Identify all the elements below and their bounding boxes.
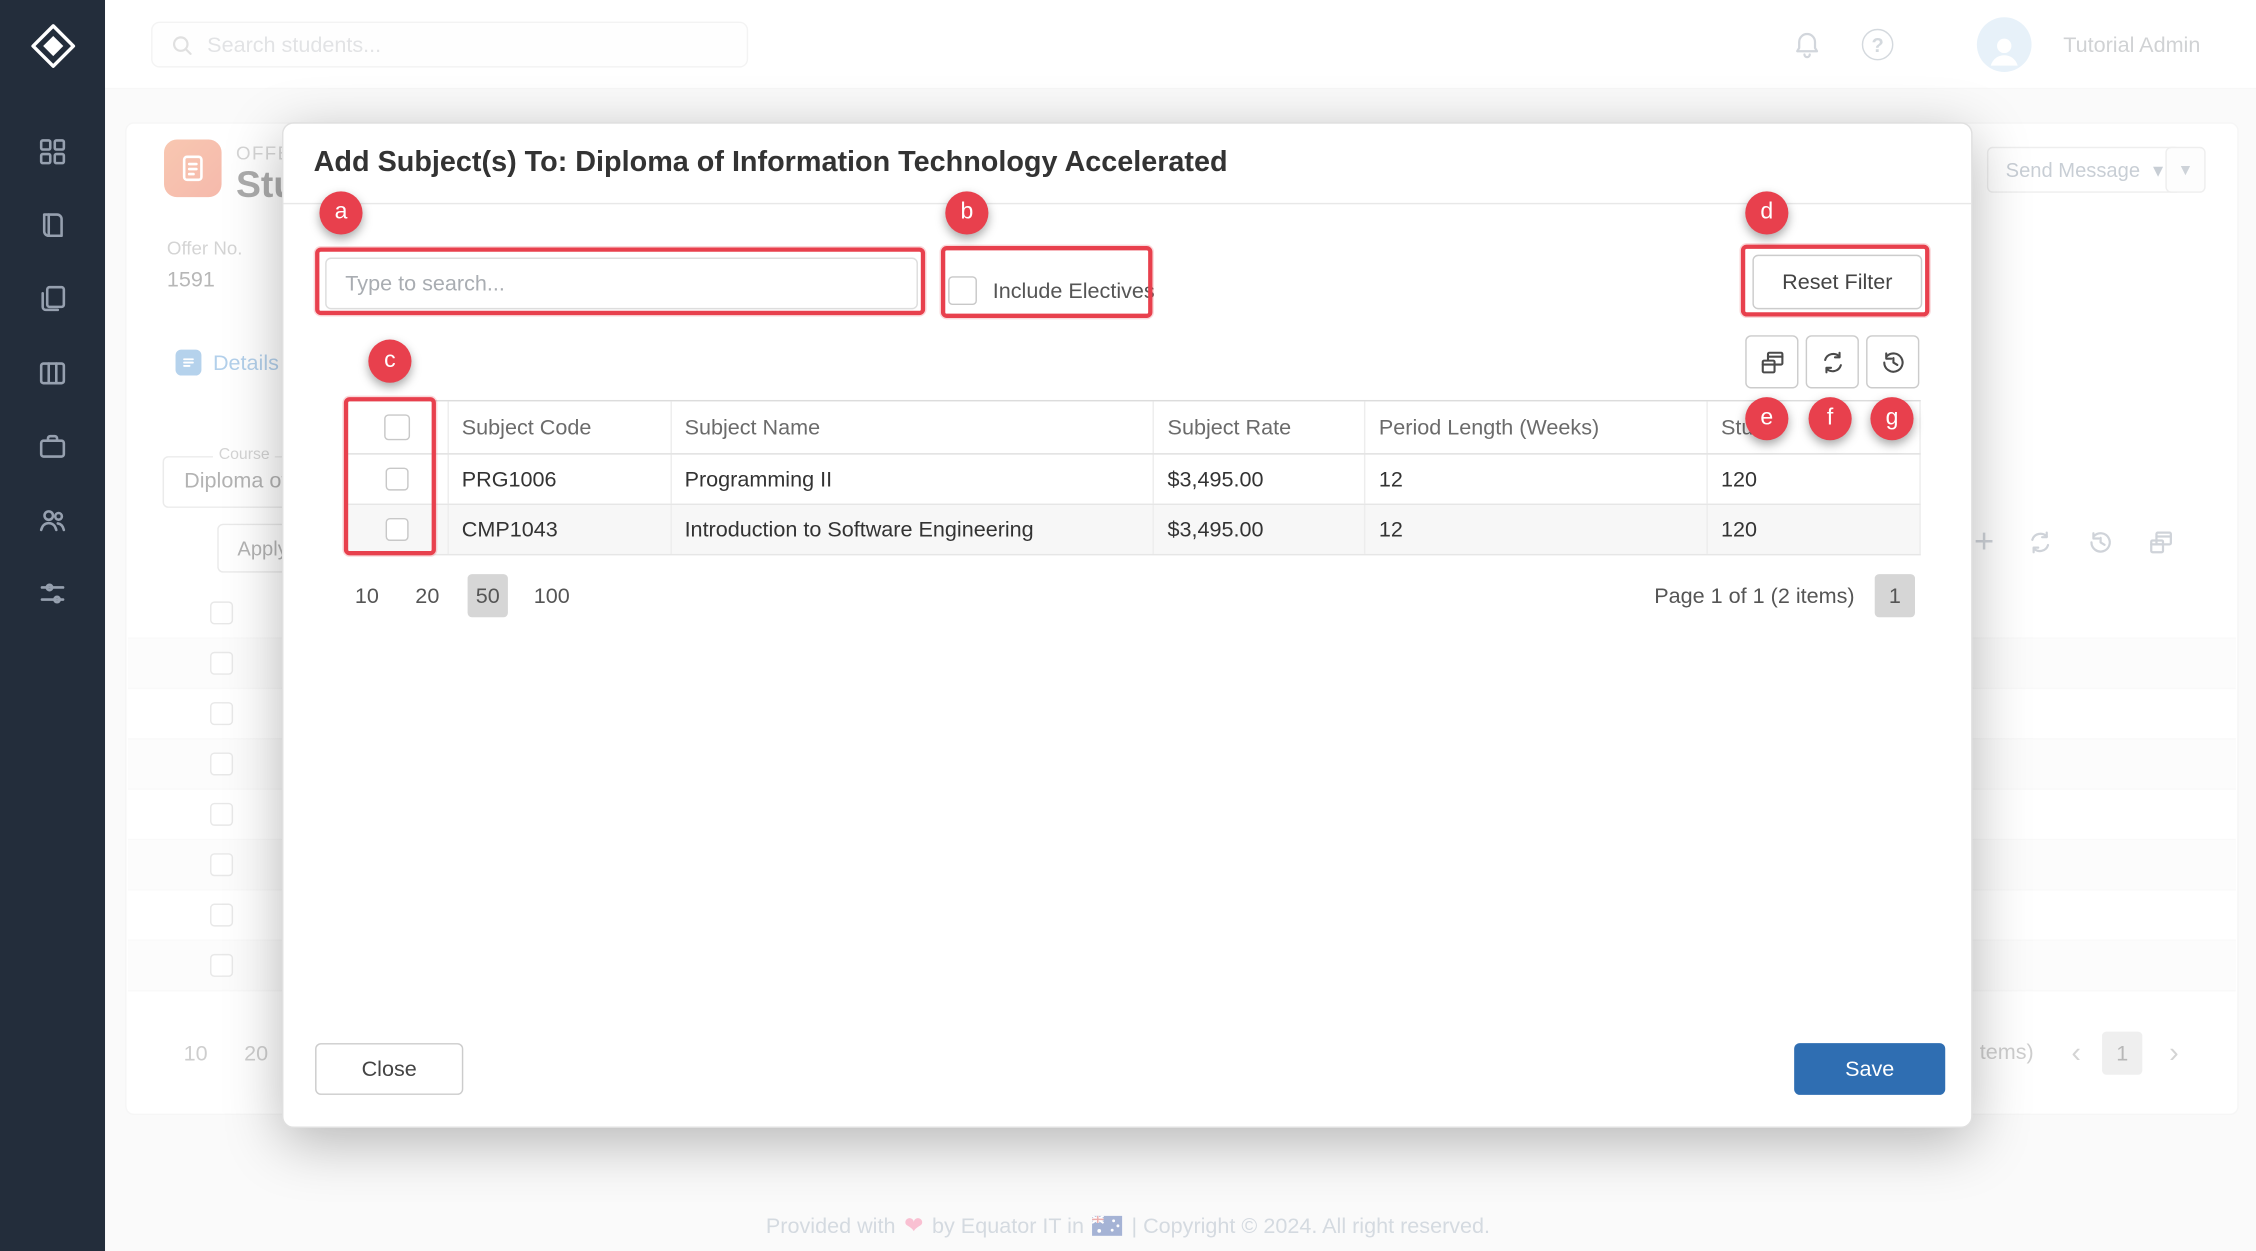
users-icon — [37, 504, 67, 534]
files-icon — [37, 283, 67, 313]
grid-toolbar — [1745, 335, 1919, 388]
column-header[interactable]: Subject Code — [449, 401, 672, 453]
reset-filter-button[interactable]: Reset Filter — [1752, 255, 1922, 310]
page-size-option[interactable]: 100 — [528, 574, 576, 617]
pagination: Page 1 of 1 (2 items) 1 — [1654, 574, 1915, 617]
include-electives-label: Include Electives — [993, 278, 1155, 302]
sliders-icon — [37, 578, 67, 608]
sidebar-item-users[interactable] — [0, 488, 105, 551]
sidebar — [0, 0, 105, 1251]
modal-title: Add Subject(s) To: Diploma of Informatio… — [314, 147, 1228, 180]
column-header[interactable]: Stu — [1708, 401, 1921, 453]
sidebar-item-jobs[interactable] — [0, 414, 105, 477]
page-size-selector: 10 20 50 100 — [347, 574, 576, 617]
save-button[interactable]: Save — [1794, 1043, 1945, 1095]
revert-button[interactable] — [1866, 335, 1919, 388]
app-logo[interactable] — [0, 17, 105, 75]
sidebar-item-courses[interactable] — [0, 341, 105, 404]
subject-code-cell: CMP1043 — [449, 505, 672, 554]
column-chooser-button[interactable] — [1745, 335, 1798, 388]
book-icon — [37, 209, 67, 239]
subject-search-input[interactable] — [325, 258, 918, 310]
briefcase-icon — [37, 431, 67, 461]
dashboard-icon — [37, 136, 67, 166]
table-row[interactable]: PRG1006 Programming II $3,495.00 12 120 — [347, 455, 1921, 505]
page-info: Page 1 of 1 (2 items) — [1654, 583, 1854, 607]
study-hours-cell: 120 — [1708, 505, 1921, 554]
column-header[interactable]: Period Length (Weeks) — [1366, 401, 1708, 453]
column-header[interactable]: Subject Name — [672, 401, 1155, 453]
table-header-row: Subject Code Subject Name Subject Rate P… — [347, 400, 1921, 455]
subject-name-cell: Programming II — [672, 455, 1155, 504]
period-length-cell: 12 — [1366, 455, 1708, 504]
logo-icon — [28, 22, 77, 71]
refresh-button[interactable] — [1806, 335, 1859, 388]
subject-name-cell: Introduction to Software Engineering — [672, 505, 1155, 554]
header-checkbox-cell — [348, 401, 449, 453]
include-electives-checkbox[interactable] — [948, 276, 977, 305]
divider — [283, 203, 1971, 204]
sidebar-item-offers[interactable] — [0, 266, 105, 329]
row-checkbox[interactable] — [386, 468, 409, 491]
column-header[interactable]: Subject Rate — [1155, 401, 1366, 453]
subject-code-cell: PRG1006 — [449, 455, 672, 504]
app-root: ? Tutorial Admin — [0, 0, 2256, 1251]
columns-icon — [37, 358, 67, 388]
page-size-option[interactable]: 10 — [347, 574, 387, 617]
row-checkbox[interactable] — [386, 518, 409, 541]
subjects-table: Subject Code Subject Name Subject Rate P… — [347, 400, 1921, 555]
include-electives[interactable]: Include Electives — [948, 262, 1155, 320]
page-number-button[interactable]: 1 — [1875, 574, 1915, 617]
close-button[interactable]: Close — [315, 1043, 463, 1095]
page-size-option-selected[interactable]: 50 — [468, 574, 508, 617]
sidebar-item-contacts[interactable] — [0, 193, 105, 256]
subject-rate-cell: $3,495.00 — [1155, 505, 1366, 554]
column-chooser-icon — [1757, 347, 1786, 376]
row-checkbox-cell — [348, 455, 449, 504]
history-icon — [1878, 347, 1907, 376]
subject-search-field[interactable] — [325, 258, 918, 310]
select-all-checkbox[interactable] — [385, 414, 411, 440]
page-size-option[interactable]: 20 — [407, 574, 447, 617]
sidebar-item-settings[interactable] — [0, 561, 105, 624]
table-row[interactable]: CMP1043 Introduction to Software Enginee… — [347, 505, 1921, 555]
row-checkbox-cell — [348, 505, 449, 554]
study-hours-cell: 120 — [1708, 455, 1921, 504]
sidebar-item-dashboard[interactable] — [0, 119, 105, 182]
refresh-icon — [1818, 347, 1847, 376]
subject-rate-cell: $3,495.00 — [1155, 455, 1366, 504]
period-length-cell: 12 — [1366, 505, 1708, 554]
add-subjects-modal: Add Subject(s) To: Diploma of Informatio… — [282, 122, 1973, 1128]
